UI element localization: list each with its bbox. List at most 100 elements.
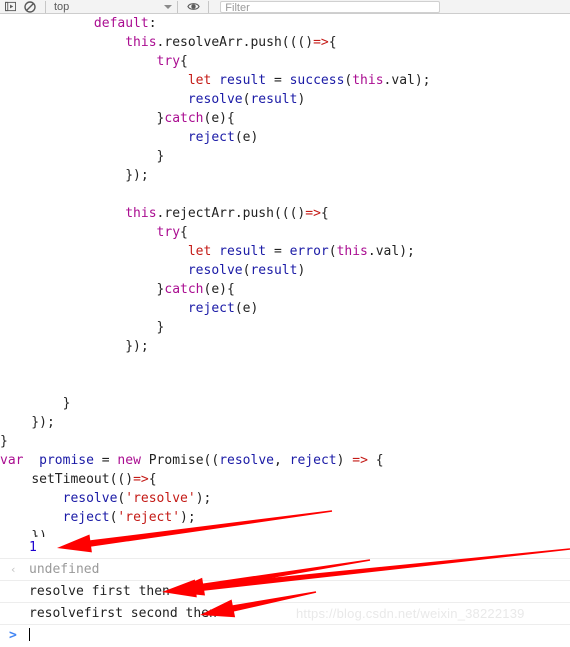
watermark-text: https://blog.csdn.net/weixin_38222139 [296,606,525,621]
chevron-down-icon[interactable] [164,4,173,9]
live-expression-eye-icon[interactable] [183,0,203,13]
code-token: ); [180,510,196,525]
code-token: , [273,453,290,468]
toolbar-divider-2 [177,0,179,13]
console-logged-code-block: default: this.resolveArr.push((()=>{ try… [0,14,570,537]
console-log-row[interactable]: resolve first then [0,581,570,603]
code-token: } [0,434,8,449]
code-token: }); [0,339,149,354]
code-token: .val); [367,244,415,259]
console-log-row[interactable]: 1 [0,537,570,559]
code-token: { [180,54,188,69]
code-token: { [367,453,384,468]
code-token: { [320,206,329,221]
code-token: try [156,225,181,240]
code-token: ) [297,263,306,278]
code-line: let result = success(this.val); [0,71,570,90]
console-result-row[interactable]: ‹ undefined [0,559,570,581]
code-token: resolve [187,92,243,107]
code-token: : [148,16,157,31]
code-token: (e){ [203,282,235,297]
code-token: ); [195,491,212,506]
code-token: result [219,73,267,88]
code-token: resolve [62,491,118,506]
filter-input[interactable]: Filter [220,0,441,13]
code-token: (( [203,453,220,468]
code-token: => [305,206,321,221]
code-line: }catch(e){ [0,280,570,299]
code-token: }); [0,415,55,430]
toolbar-divider-3 [208,0,210,13]
code-token: } [0,320,165,335]
result-arrow-icon: ‹ [10,563,17,576]
code-token: .resolveArr.push((() [156,35,314,50]
code-line: }) [0,527,570,537]
code-line: this.rejectArr.push((()=>{ [0,204,570,223]
console-row-text: 1 [29,540,37,555]
code-token: => [133,472,149,487]
code-token: }) [0,529,47,537]
code-token: { [148,472,157,487]
code-token: this [125,35,157,50]
code-token: result [219,244,267,259]
code-token: }); [0,168,149,183]
code-token: (e){ [203,111,235,126]
code-token: = [93,453,118,468]
code-token: = [266,244,290,259]
code-line: reject(e) [0,128,570,147]
code-token: error [289,244,329,259]
code-line: resolve('resolve'); [0,489,570,508]
code-token: reject [62,510,110,525]
code-line: let result = error(this.val); [0,242,570,261]
code-token: (() [109,472,134,487]
code-token: .val); [383,73,431,88]
execution-context-icon[interactable] [0,0,20,13]
code-token: } [0,396,71,411]
code-line: default: [0,14,570,33]
code-token: let [187,73,212,88]
code-line: var promise = new Promise((resolve, reje… [0,451,570,470]
code-line: } [0,147,570,166]
code-token: => [352,453,368,468]
code-token: reject [187,130,235,145]
console-row-text: resolve first then [29,584,170,599]
code-token: catch [164,282,204,297]
execution-context-selector[interactable]: top [51,1,69,13]
code-token: resolve [219,453,274,468]
code-token: } [0,282,165,297]
code-token: => [313,35,329,50]
code-line: try{ [0,52,570,71]
code-token: this [336,244,368,259]
code-token: 'reject' [117,510,181,525]
code-line: reject(e) [0,299,570,318]
code-line: setTimeout(()=>{ [0,470,570,489]
code-token: success [289,73,345,88]
code-token: let [187,244,212,259]
code-line: } [0,318,570,337]
console-prompt-row[interactable]: > [0,625,570,647]
code-token: } [0,111,165,126]
console-toolbar: top Filter [0,0,570,14]
code-line: }); [0,413,570,432]
code-line: try{ [0,223,570,242]
prompt-chevron-icon: > [9,628,17,643]
clear-console-icon[interactable] [20,0,40,13]
code-token: new [117,453,141,468]
code-token: { [180,225,188,240]
